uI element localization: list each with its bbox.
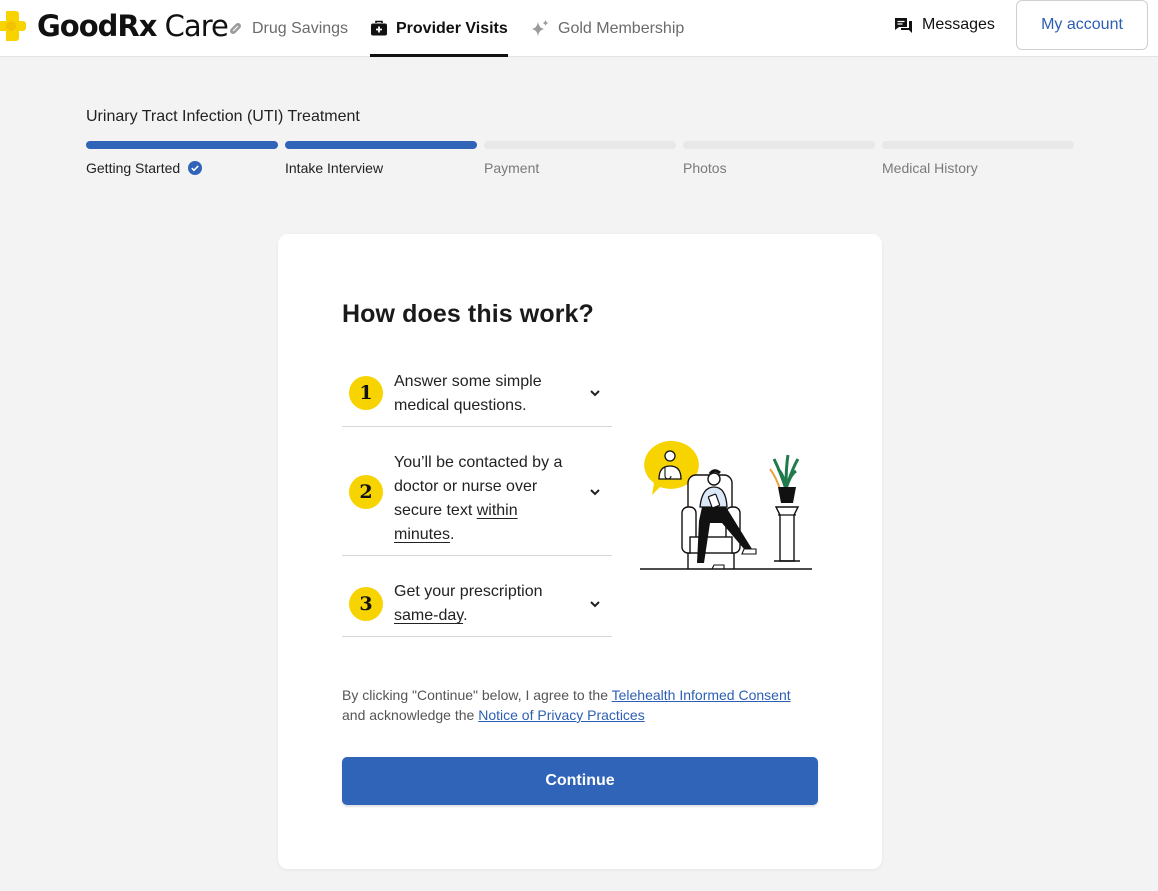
progress-step-label: Intake Interview	[285, 160, 384, 176]
goodrx-plus-logo-icon	[0, 11, 26, 41]
step-number-badge: 2	[349, 475, 383, 509]
progress-step-payment: Payment	[484, 141, 676, 176]
accordion-step-text: Get your prescription same-day.	[394, 583, 543, 624]
consent-text: By clicking "Continue" below, I agree to…	[342, 687, 791, 723]
step-number-badge: 1	[349, 376, 383, 410]
chat-bubbles-icon	[895, 17, 912, 33]
progress-step-intake-interview: Intake Interview	[285, 141, 477, 176]
chevron-down-icon	[590, 601, 600, 608]
progress-bar-segment	[285, 141, 477, 149]
privacy-practices-link[interactable]: Notice of Privacy Practices	[478, 707, 645, 723]
progress-bar-segment	[484, 141, 676, 149]
nav-drug-savings[interactable]: Drug Savings	[227, 0, 348, 57]
how-it-works-card: How does this work? 1 Answer some simple…	[278, 234, 882, 869]
pill-icon	[230, 23, 241, 34]
progress-bar-segment	[683, 141, 875, 149]
underlined-term: same-day	[394, 607, 464, 624]
progress-step-label: Medical History	[882, 160, 978, 176]
messages-link[interactable]: Messages	[894, 0, 995, 50]
nav-drug-savings-label: Drug Savings	[252, 19, 349, 37]
accordion-step-1[interactable]: 1 Answer some simple medical questions.	[342, 368, 612, 427]
accordion-step-text: Answer some simple medical questions.	[394, 373, 542, 414]
progress-step-medical-history: Medical History	[882, 141, 1074, 176]
flow-title: Urinary Tract Infection (UTI) Treatment	[86, 108, 360, 125]
continue-button[interactable]: Continue	[342, 757, 818, 805]
logo-text-bold: GoodRx	[37, 9, 157, 43]
progress-step-label: Photos	[683, 160, 727, 176]
nav-provider-visits-label: Provider Visits	[396, 19, 508, 37]
progress-bar-segment	[882, 141, 1074, 149]
goodrx-care-logo[interactable]: GoodRx Care	[0, 9, 229, 43]
accordion-step-3[interactable]: 3 Get your prescription same-day.	[342, 556, 612, 637]
top-navigation: GoodRx Care Drug Savings Provider Visits…	[0, 0, 1158, 57]
sparkle-icon	[532, 20, 549, 36]
telehealth-consent-link[interactable]: Telehealth Informed Consent	[612, 687, 791, 703]
accordion-step-2[interactable]: 2 You’ll be contacted by a doctor or nur…	[342, 427, 612, 556]
chevron-down-icon	[590, 489, 600, 496]
progress-step-getting-started: Getting Started	[86, 141, 278, 176]
progress-step-label: Getting Started	[86, 160, 181, 176]
nav-provider-visits[interactable]: Provider Visits	[370, 0, 508, 57]
nav-gold-membership-label: Gold Membership	[558, 19, 685, 37]
my-account-button[interactable]: My account	[1016, 0, 1148, 50]
nav-gold-membership[interactable]: Gold Membership	[531, 0, 684, 57]
progress-bar-segment	[86, 141, 278, 149]
telehealth-illustration	[640, 440, 812, 570]
progress-step-label: Payment	[484, 160, 540, 176]
chevron-down-icon	[590, 390, 600, 397]
card-heading: How does this work?	[342, 300, 594, 328]
accordion-step-text: You’ll be contacted by a doctor or nurse…	[394, 454, 563, 543]
medical-bag-icon	[371, 20, 387, 36]
messages-label: Messages	[922, 16, 995, 33]
check-circle-icon	[188, 161, 203, 175]
logo-text-care: Care	[156, 9, 229, 43]
step-number-badge: 3	[349, 587, 383, 621]
progress-step-photos: Photos	[683, 141, 875, 176]
